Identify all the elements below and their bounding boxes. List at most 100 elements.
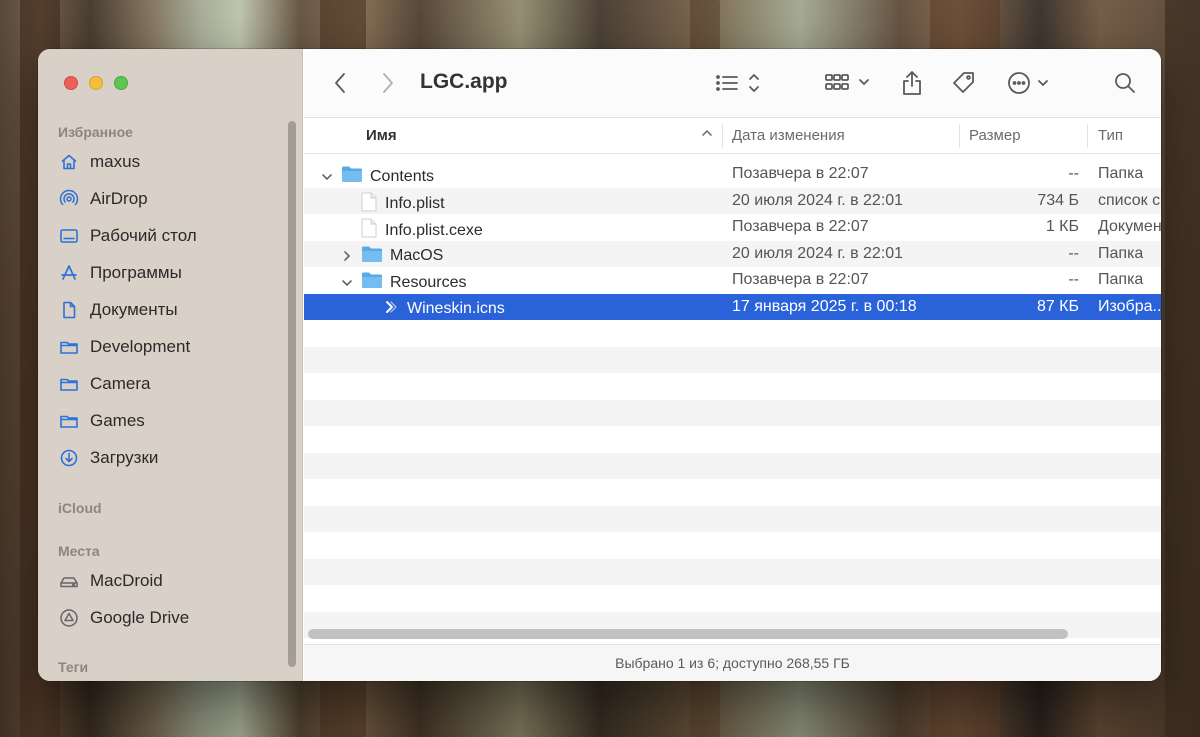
file-date: 20 июля 2024 г. в 22:01: [732, 191, 904, 209]
folder-icon: [361, 245, 383, 268]
sidebar-item-label: Загрузки: [90, 448, 159, 467]
sidebar-section-icloud[interactable]: iCloud: [58, 500, 102, 516]
horizontal-scrollbar[interactable]: [308, 629, 1068, 639]
file-kind: Папка: [1098, 244, 1144, 262]
file-name: Contents: [370, 167, 435, 185]
drive-icon: [58, 570, 80, 592]
file-row[interactable]: Resources Позавчера в 22:07 -- Папка: [304, 267, 1161, 294]
ellipsis-circle-icon: [1008, 72, 1048, 94]
empty-row: [304, 558, 1161, 585]
sidebar-item-applications[interactable]: Программы: [58, 258, 182, 288]
document-icon: [58, 299, 80, 321]
column-header-date[interactable]: Дата изменения: [732, 127, 845, 144]
file-size: --: [1068, 165, 1079, 182]
column-header-kind[interactable]: Тип: [1098, 127, 1123, 144]
applications-icon: [58, 262, 80, 284]
toolbar: LGC.app: [304, 49, 1161, 118]
file-date: 17 января 2025 г. в 00:18: [732, 297, 917, 315]
status-text: Выбрано 1 из 6; доступно 268,55 ГБ: [615, 655, 850, 671]
list-view-icon: [716, 74, 759, 92]
search-button[interactable]: [1112, 69, 1138, 97]
sidebar-item-macdroid[interactable]: MacDroid: [58, 566, 163, 596]
file-size: --: [1068, 271, 1079, 288]
forward-button[interactable]: [378, 69, 398, 97]
file-size: 87 КБ: [1036, 297, 1079, 315]
view-options-button[interactable]: [714, 69, 764, 97]
tag-icon: [953, 72, 974, 93]
file-kind: список с: [1098, 191, 1161, 209]
desktop-icon: [58, 225, 80, 247]
chevron-down-icon[interactable]: [320, 171, 334, 183]
sidebar-item-label: AirDrop: [90, 189, 148, 208]
file-kind: Докумен: [1098, 218, 1161, 235]
sidebar-item-label: Рабочий стол: [90, 226, 197, 245]
airdrop-icon: [58, 188, 80, 210]
file-row[interactable]: Info.plist 20 июля 2024 г. в 22:01 734 Б…: [304, 187, 1161, 217]
sidebar-item-label: maxus: [90, 152, 141, 171]
sort-ascending-icon[interactable]: [700, 126, 714, 144]
icns-file-icon: [382, 298, 400, 321]
main-area: LGC.app Имя Дата изменения Размер Тип Co…: [304, 49, 1161, 681]
column-header-size[interactable]: Размер: [969, 127, 1021, 144]
back-button[interactable]: [330, 69, 350, 97]
minimize-button[interactable]: [89, 76, 103, 90]
empty-row: [304, 346, 1161, 373]
status-bar: Выбрано 1 из 6; доступно 268,55 ГБ: [304, 644, 1161, 681]
window-title: LGC.app: [420, 70, 508, 93]
file-size: 1 КБ: [1045, 218, 1079, 235]
file-size: 734 Б: [1037, 191, 1079, 209]
sidebar-item-development[interactable]: Development: [58, 332, 190, 362]
sidebar-item-maxus[interactable]: maxus: [58, 147, 140, 177]
file-row[interactable]: Info.plist.cexe Позавчера в 22:07 1 КБ Д…: [304, 214, 1161, 241]
finder-window: Избранное maxus AirDrop Рабочий стол Про…: [38, 49, 1161, 681]
tags-button[interactable]: [950, 69, 978, 97]
sidebar-item-label: MacDroid: [90, 571, 163, 590]
sidebar-scrollbar[interactable]: [288, 121, 296, 667]
zoom-button[interactable]: [114, 76, 128, 90]
column-separator[interactable]: [1087, 124, 1088, 148]
chevron-down-icon[interactable]: [340, 277, 354, 289]
group-button[interactable]: [824, 69, 876, 97]
sidebar-item-label: Games: [90, 411, 145, 430]
empty-row: [304, 452, 1161, 479]
file-date: Позавчера в 22:07: [732, 165, 869, 182]
sidebar-item-label: Программы: [90, 263, 182, 282]
google-drive-icon: [58, 607, 80, 629]
share-button[interactable]: [900, 69, 924, 97]
file-kind: Папка: [1098, 165, 1144, 182]
sidebar-item-airdrop[interactable]: AirDrop: [58, 184, 148, 214]
downloads-icon: [58, 447, 80, 469]
column-header-name[interactable]: Имя: [366, 127, 397, 144]
file-date: Позавчера в 22:07: [732, 271, 869, 288]
sidebar-item-documents[interactable]: Документы: [58, 295, 178, 325]
empty-row: [304, 399, 1161, 426]
sidebar-item-camera[interactable]: Camera: [58, 369, 150, 399]
column-separator[interactable]: [959, 124, 960, 148]
file-row[interactable]: Contents Позавчера в 22:07 -- Папка: [304, 161, 1161, 188]
sidebar: Избранное maxus AirDrop Рабочий стол Про…: [38, 49, 303, 681]
home-icon: [58, 151, 80, 173]
folder-icon: [361, 271, 383, 294]
more-actions-button[interactable]: [1006, 69, 1054, 97]
sidebar-item-desktop[interactable]: Рабочий стол: [58, 221, 197, 251]
folder-icon: [58, 410, 80, 432]
sidebar-section-tags[interactable]: Теги: [58, 659, 88, 675]
chevron-left-icon: [335, 73, 345, 93]
chevron-right-icon[interactable]: [340, 250, 354, 262]
folder-icon: [58, 373, 80, 395]
chevron-right-icon: [383, 73, 393, 93]
file-row[interactable]: MacOS 20 июля 2024 г. в 22:01 -- Папка: [304, 240, 1161, 268]
sidebar-item-label: Camera: [90, 374, 151, 393]
sidebar-item-games[interactable]: Games: [58, 406, 145, 436]
column-separator[interactable]: [722, 124, 723, 148]
sidebar-item-downloads[interactable]: Загрузки: [58, 443, 158, 473]
document-icon: [360, 192, 378, 217]
sidebar-item-google-drive[interactable]: Google Drive: [58, 603, 189, 633]
file-name: Info.plist.cexe: [385, 221, 483, 239]
file-kind: Папка: [1098, 271, 1144, 288]
file-row-selected[interactable]: Wineskin.icns 17 января 2025 г. в 00:18 …: [304, 293, 1161, 321]
file-name: Wineskin.icns: [407, 300, 505, 317]
sidebar-item-label: Development: [90, 337, 191, 356]
close-button[interactable]: [64, 76, 78, 90]
search-icon: [1115, 73, 1135, 93]
